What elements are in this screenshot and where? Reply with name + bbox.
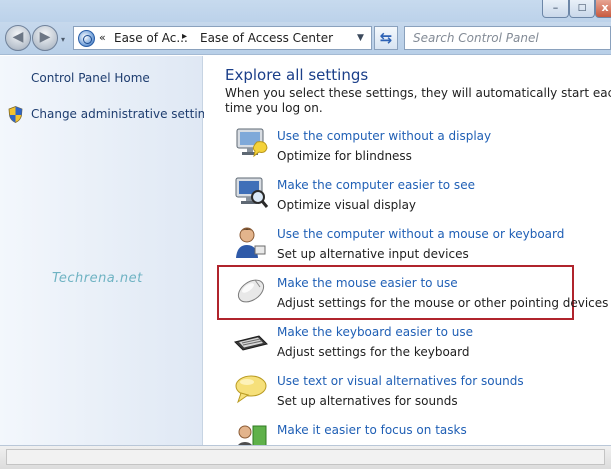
breadcrumb-overflow-chevron[interactable]: « bbox=[99, 31, 106, 44]
link-use-computer-without-mouse-or-keyboard[interactable]: Use the computer without a mouse or keyb… bbox=[277, 227, 564, 241]
speech-bubble-icon bbox=[235, 375, 267, 404]
close-button[interactable]: x bbox=[595, 0, 611, 18]
link-make-it-easier-to-focus[interactable]: Make it easier to focus on tasks bbox=[277, 423, 467, 437]
link-make-computer-easier-to-see[interactable]: Make the computer easier to see bbox=[277, 178, 475, 192]
main-content: Explore all settings When you select the… bbox=[204, 56, 611, 445]
recent-pages-dropdown-icon[interactable]: ▾ bbox=[61, 35, 65, 44]
navigation-bar: ◀ ▶ ▾ « Ease of Ac... ▸ Ease of Access C… bbox=[0, 22, 611, 55]
left-task-pane: Control Panel Home Change administrative… bbox=[0, 56, 219, 445]
desc-adjust-mouse-settings: Adjust settings for the mouse or other p… bbox=[277, 296, 609, 310]
keyboard-icon bbox=[234, 335, 268, 351]
search-input[interactable]: Search Control Panel bbox=[404, 26, 611, 50]
watermark-text: Techrena.net bbox=[52, 271, 143, 286]
minimize-button[interactable]: – bbox=[542, 0, 569, 18]
forward-button[interactable]: ▶ bbox=[32, 25, 58, 51]
focus-tasks-icon bbox=[238, 425, 267, 445]
status-bar bbox=[0, 445, 611, 469]
breadcrumb-item-ease-of-access-center[interactable]: Ease of Access Center bbox=[200, 31, 333, 45]
title-bar: – □ x bbox=[0, 0, 611, 22]
monitor-magnifier-icon bbox=[235, 177, 269, 208]
monitor-speech-icon bbox=[236, 128, 268, 158]
desc-adjust-keyboard-settings: Adjust settings for the keyboard bbox=[277, 345, 470, 359]
address-dropdown-icon[interactable]: ▼ bbox=[357, 33, 364, 43]
address-bar[interactable]: « Ease of Ac... ▸ Ease of Access Center … bbox=[73, 26, 372, 50]
desc-set-up-alternatives-for-sounds: Set up alternatives for sounds bbox=[277, 394, 458, 408]
mouse-icon bbox=[237, 279, 265, 303]
link-make-keyboard-easier-to-use[interactable]: Make the keyboard easier to use bbox=[277, 325, 473, 339]
link-make-mouse-easier-to-use[interactable]: Make the mouse easier to use bbox=[277, 276, 458, 290]
desc-optimize-visual-display: Optimize visual display bbox=[277, 198, 417, 212]
person-speaking-icon bbox=[236, 227, 266, 258]
change-administrative-settings-link[interactable]: Change administrative settings bbox=[31, 107, 219, 121]
breadcrumb-separator-icon[interactable]: ▸ bbox=[182, 31, 187, 42]
back-button[interactable]: ◀ bbox=[5, 25, 31, 51]
status-bar-panel bbox=[6, 449, 605, 465]
refresh-button[interactable]: ⇆ bbox=[374, 26, 398, 50]
breadcrumb-item-ease-of-access[interactable]: Ease of Ac... bbox=[114, 31, 188, 45]
desc-optimize-for-blindness: Optimize for blindness bbox=[277, 149, 412, 163]
page-title: Explore all settings bbox=[225, 66, 369, 84]
uac-shield-icon bbox=[8, 106, 23, 123]
control-panel-icon bbox=[78, 30, 95, 47]
link-use-text-or-visual-alternatives[interactable]: Use text or visual alternatives for soun… bbox=[277, 374, 524, 388]
control-panel-home-link[interactable]: Control Panel Home bbox=[31, 71, 150, 85]
page-intro-text: When you select these settings, they wil… bbox=[225, 86, 611, 115]
highlight-frame bbox=[217, 265, 574, 320]
maximize-button[interactable]: □ bbox=[569, 0, 595, 18]
desc-set-up-alternative-input-devices: Set up alternative input devices bbox=[277, 247, 469, 261]
link-use-computer-without-display[interactable]: Use the computer without a display bbox=[277, 129, 491, 143]
